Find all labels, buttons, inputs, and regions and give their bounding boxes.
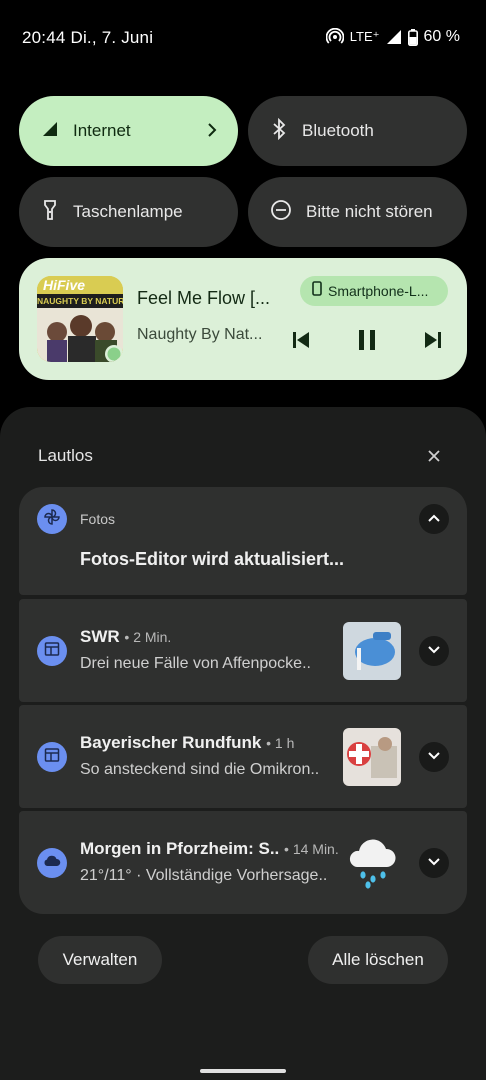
notification-title: Fotos-Editor wird aktualisiert... (80, 549, 345, 569)
close-icon (424, 450, 444, 470)
pinwheel-icon (43, 508, 61, 531)
notification-time: • 14 Min. (284, 841, 339, 857)
media-title: Feel Me Flow [... (137, 288, 271, 308)
cloud-icon (43, 854, 61, 873)
app-icon-news (37, 636, 67, 666)
notification-text: So ansteckend sind die Omikron.. (80, 761, 320, 778)
battery-icon (407, 28, 418, 46)
do-not-disturb-icon (270, 199, 292, 226)
section-title-silent: Lautlos (38, 446, 93, 465)
hotspot-icon (325, 28, 344, 46)
notification-fotos[interactable]: Fotos Fotos-Editor wird aktualisiert... (19, 487, 467, 595)
previous-button[interactable] (287, 328, 315, 356)
app-icon-weather (37, 848, 67, 878)
expand-button[interactable] (419, 742, 449, 772)
album-art: HiFive NAUGHTY BY NATURE (37, 276, 123, 362)
media-player-card[interactable]: HiFive NAUGHTY BY NATURE Feel Me Flow [.… (19, 258, 467, 380)
clear-all-button[interactable]: Alle löschen (308, 936, 448, 984)
chevron-down-icon (427, 642, 441, 660)
skip-next-icon (423, 330, 443, 355)
notification-time: • 1 h (266, 735, 295, 751)
notification-source: Morgen in Pforzheim: S.. (80, 839, 280, 858)
notification-text: 21°/11° · Vollständige Vorhersage.. (80, 867, 328, 884)
media-artist: Naughty By Nat... (137, 326, 263, 343)
cell-signal-icon (386, 29, 402, 45)
pause-icon (357, 329, 377, 356)
chevron-down-icon (427, 854, 441, 872)
notification-thumbnail (343, 622, 401, 680)
tile-bluetooth[interactable]: Bluetooth (248, 96, 467, 166)
tile-flashlight[interactable]: Taschenlampe (19, 177, 238, 247)
collapse-button[interactable] (419, 504, 449, 534)
pause-button[interactable] (353, 328, 381, 356)
tile-label: Bluetooth (302, 121, 374, 140)
app-name: Fotos (80, 511, 116, 527)
network-type: LTE⁺ (349, 29, 380, 44)
status-icons: LTE⁺ 60 % (325, 28, 460, 46)
chevron-right-icon (206, 120, 218, 145)
expand-button[interactable] (419, 848, 449, 878)
notification-text: Drei neue Fälle von Affenpocke.. (80, 655, 311, 672)
smartphone-icon (312, 281, 322, 301)
notification-br[interactable]: Bayerischer Rundfunk • 1 h So ansteckend… (19, 705, 467, 808)
album-art-label-top: HiFive (43, 277, 86, 293)
newspaper-icon (44, 641, 60, 662)
bluetooth-icon (270, 117, 288, 145)
notification-title: Morgen in Pforzheim: S.. • 14 Min. (80, 839, 339, 859)
app-icon-news (37, 742, 67, 772)
tile-label: Bitte nicht stören (306, 202, 433, 221)
notification-time: • 2 Min. (124, 629, 172, 645)
status-time-date: 20:44 Di., 7. Juni (22, 28, 154, 47)
skip-previous-icon (291, 330, 311, 355)
rain-cloud-icon (347, 835, 397, 896)
chevron-up-icon (427, 510, 441, 528)
expand-button[interactable] (419, 636, 449, 666)
notification-title: SWR • 2 Min. (80, 627, 171, 647)
signal-icon (41, 120, 59, 143)
notification-title: Bayerischer Rundfunk • 1 h (80, 733, 294, 753)
tile-label: Taschenlampe (73, 202, 183, 221)
notification-source: SWR (80, 627, 120, 646)
manage-button[interactable]: Verwalten (38, 936, 162, 984)
output-device-chip[interactable]: Smartphone-L... (300, 276, 448, 306)
notification-swr[interactable]: SWR • 2 Min. Drei neue Fälle von Affenpo… (19, 599, 467, 702)
gesture-nav-handle[interactable] (200, 1069, 286, 1073)
notification-thumbnail (343, 728, 401, 786)
next-button[interactable] (419, 328, 447, 356)
newspaper-icon (44, 747, 60, 768)
chevron-down-icon (427, 748, 441, 766)
tile-internet[interactable]: Internet (19, 96, 238, 166)
tile-do-not-disturb[interactable]: Bitte nicht stören (248, 177, 467, 247)
album-art-band-name: NAUGHTY BY NATURE (37, 296, 123, 306)
notification-source: Bayerischer Rundfunk (80, 733, 262, 752)
app-icon-fotos (37, 504, 67, 534)
flashlight-icon (41, 199, 59, 226)
tile-label: Internet (73, 121, 131, 140)
output-device-label: Smartphone-L... (328, 283, 429, 299)
battery-percent: 60 % (423, 28, 460, 45)
dismiss-section-button[interactable] (424, 446, 444, 466)
notification-weather[interactable]: Morgen in Pforzheim: S.. • 14 Min. 21°/1… (19, 811, 467, 914)
